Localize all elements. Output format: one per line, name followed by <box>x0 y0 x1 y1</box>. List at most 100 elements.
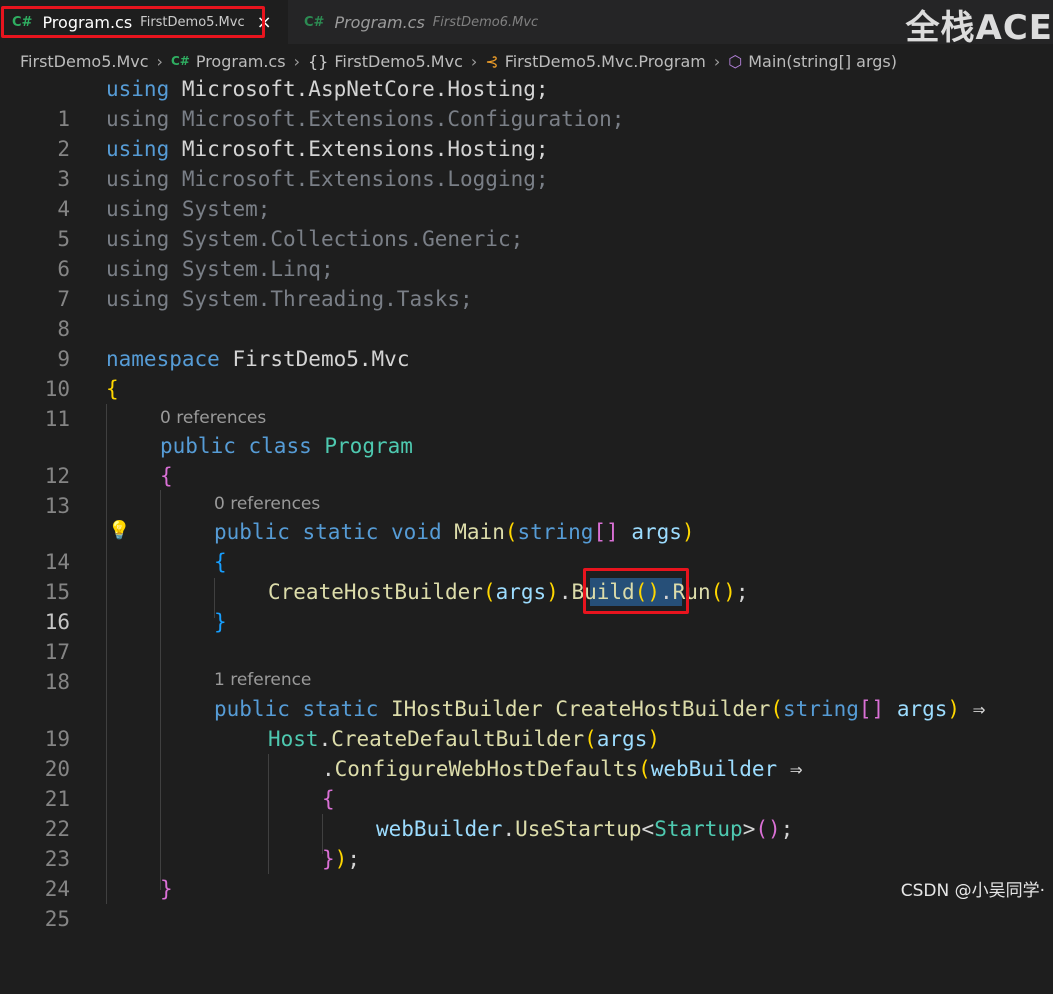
code-line: 7 using System.Linq; <box>0 254 1053 284</box>
semicolon: ; <box>736 580 749 604</box>
method-call: UseStartup <box>515 817 641 841</box>
breadcrumb: FirstDemo5.Mvc › C# Program.cs › {} Firs… <box>20 48 897 74</box>
method-name: Main <box>454 520 505 544</box>
keyword-public: public <box>160 434 236 458</box>
breadcrumb-namespace[interactable]: FirstDemo5.Mvc <box>334 52 463 71</box>
code-editor[interactable]: 1 using Microsoft.AspNetCore.Hosting; 2 … <box>0 74 1053 907</box>
keyword-class: class <box>249 434 312 458</box>
param-args: args <box>631 520 682 544</box>
code-line: 10 namespace FirstDemo5.Mvc <box>0 344 1053 374</box>
namespace-name: FirstDemo5.Mvc <box>232 347 409 371</box>
code-line: 11 { <box>0 374 1053 404</box>
dot: . <box>319 727 332 751</box>
keyword-using: using <box>106 227 169 251</box>
breadcrumb-method[interactable]: Main(string[] args) <box>748 52 897 71</box>
paren: ) <box>947 697 960 721</box>
brace-close: } <box>160 877 173 901</box>
brace-close: } <box>322 847 335 871</box>
watermark-top: 全栈ACE <box>906 0 1053 49</box>
brace-open: { <box>160 464 173 488</box>
brace-close: } <box>214 610 227 634</box>
method-call: CreateDefaultBuilder <box>331 727 584 751</box>
method-call: CreateHostBuilder <box>268 580 483 604</box>
tab-highlight-box <box>1 6 265 38</box>
code-line: 4 using Microsoft.Extensions.Logging; <box>0 164 1053 194</box>
code-line: 12 public class Program <box>0 431 1053 461</box>
code-line: 2 using Microsoft.Extensions.Configurati… <box>0 104 1053 134</box>
method-call: ConfigureWebHostDefaults <box>335 757 638 781</box>
dot: . <box>502 817 515 841</box>
dot: . <box>559 580 572 604</box>
code-line: 15 { <box>0 547 1053 577</box>
type-string: string <box>783 697 859 721</box>
keyword-public: public <box>214 697 290 721</box>
code-line: 8 using System.Threading.Tasks; <box>0 284 1053 314</box>
breadcrumb-file[interactable]: Program.cs <box>196 52 286 71</box>
paren: ) <box>647 727 660 751</box>
type-startup: Startup <box>654 817 743 841</box>
tab-project-name: FirstDemo6.Mvc <box>433 15 538 30</box>
paren: ) <box>682 520 695 544</box>
paren: () <box>755 817 780 841</box>
code-line: 16 CreateHostBuilder(args).Build().Run()… <box>0 577 1053 607</box>
param-args: args <box>897 697 948 721</box>
code-line: 1 using Microsoft.AspNetCore.Hosting; <box>0 74 1053 104</box>
semicolon: ; <box>781 817 794 841</box>
namespace-ref: System.Collections.Generic; <box>182 227 523 251</box>
namespace-ref: System.Linq; <box>182 257 334 281</box>
namespace-ref: Microsoft.Extensions.Configuration; <box>182 107 625 131</box>
code-line: 25 } <box>0 874 1053 904</box>
chevron-right-icon: › <box>471 52 477 71</box>
arg-args: args <box>496 580 547 604</box>
paren: ( <box>770 697 783 721</box>
method-cube-icon: ⬡ <box>728 52 742 71</box>
watermark-bottom: CSDN @小吴同学· <box>901 876 1045 901</box>
namespace-ref: Microsoft.AspNetCore.Hosting; <box>182 77 549 101</box>
code-line: 3 using Microsoft.Extensions.Hosting; <box>0 134 1053 164</box>
line-number: 25 <box>0 904 70 934</box>
tab-file-name: Program.cs <box>334 13 424 32</box>
paren: ( <box>505 520 518 544</box>
code-line: 22 { <box>0 784 1053 814</box>
namespace-ref: System.Threading.Tasks; <box>182 287 473 311</box>
paren: ) <box>335 847 348 871</box>
brace-open: { <box>106 377 119 401</box>
keyword-static: static <box>303 697 379 721</box>
keyword-using: using <box>106 137 169 161</box>
codelens-references[interactable]: 1 reference <box>214 670 311 690</box>
codelens-references[interactable]: 0 references <box>214 494 320 514</box>
code-line: 20 Host.CreateDefaultBuilder(args) <box>0 724 1053 754</box>
keyword-namespace: namespace <box>106 347 220 371</box>
method-name: CreateHostBuilder <box>555 697 770 721</box>
type-host: Host <box>268 727 319 751</box>
tab-program-cs-firstdemo6[interactable]: C# Program.cs FirstDemo6.Mvc <box>290 0 590 44</box>
build-highlight-box <box>583 568 689 614</box>
paren: () <box>711 580 736 604</box>
namespace-ref: System; <box>182 197 271 221</box>
keyword-void: void <box>391 520 442 544</box>
type-string: string <box>518 520 594 544</box>
code-line: 19 public static IHostBuilder CreateHost… <box>0 694 1053 724</box>
keyword-public: public <box>214 520 290 544</box>
class-icon: ⊰ <box>485 52 498 71</box>
code-line: 17 } <box>0 607 1053 637</box>
breadcrumb-project[interactable]: FirstDemo5.Mvc <box>20 52 149 71</box>
dot: . <box>322 757 335 781</box>
namespace-icon: {} <box>308 52 328 71</box>
code-line: 24 }); <box>0 844 1053 874</box>
chevron-right-icon: › <box>714 52 720 71</box>
breadcrumb-class[interactable]: FirstDemo5.Mvc.Program <box>505 52 706 71</box>
chevron-right-icon: › <box>294 52 300 71</box>
chevron-right-icon: › <box>157 52 163 71</box>
codelens-references[interactable]: 0 references <box>160 408 266 428</box>
lambda-arrow: ⇒ <box>973 697 986 721</box>
keyword-using: using <box>106 107 169 131</box>
angle-bracket: < <box>642 817 655 841</box>
keyword-using: using <box>106 77 169 101</box>
keyword-using: using <box>106 257 169 281</box>
keyword-static: static <box>303 520 379 544</box>
bracket: [] <box>859 697 884 721</box>
keyword-using: using <box>106 197 169 221</box>
paren: ( <box>483 580 496 604</box>
semicolon: ; <box>347 847 360 871</box>
